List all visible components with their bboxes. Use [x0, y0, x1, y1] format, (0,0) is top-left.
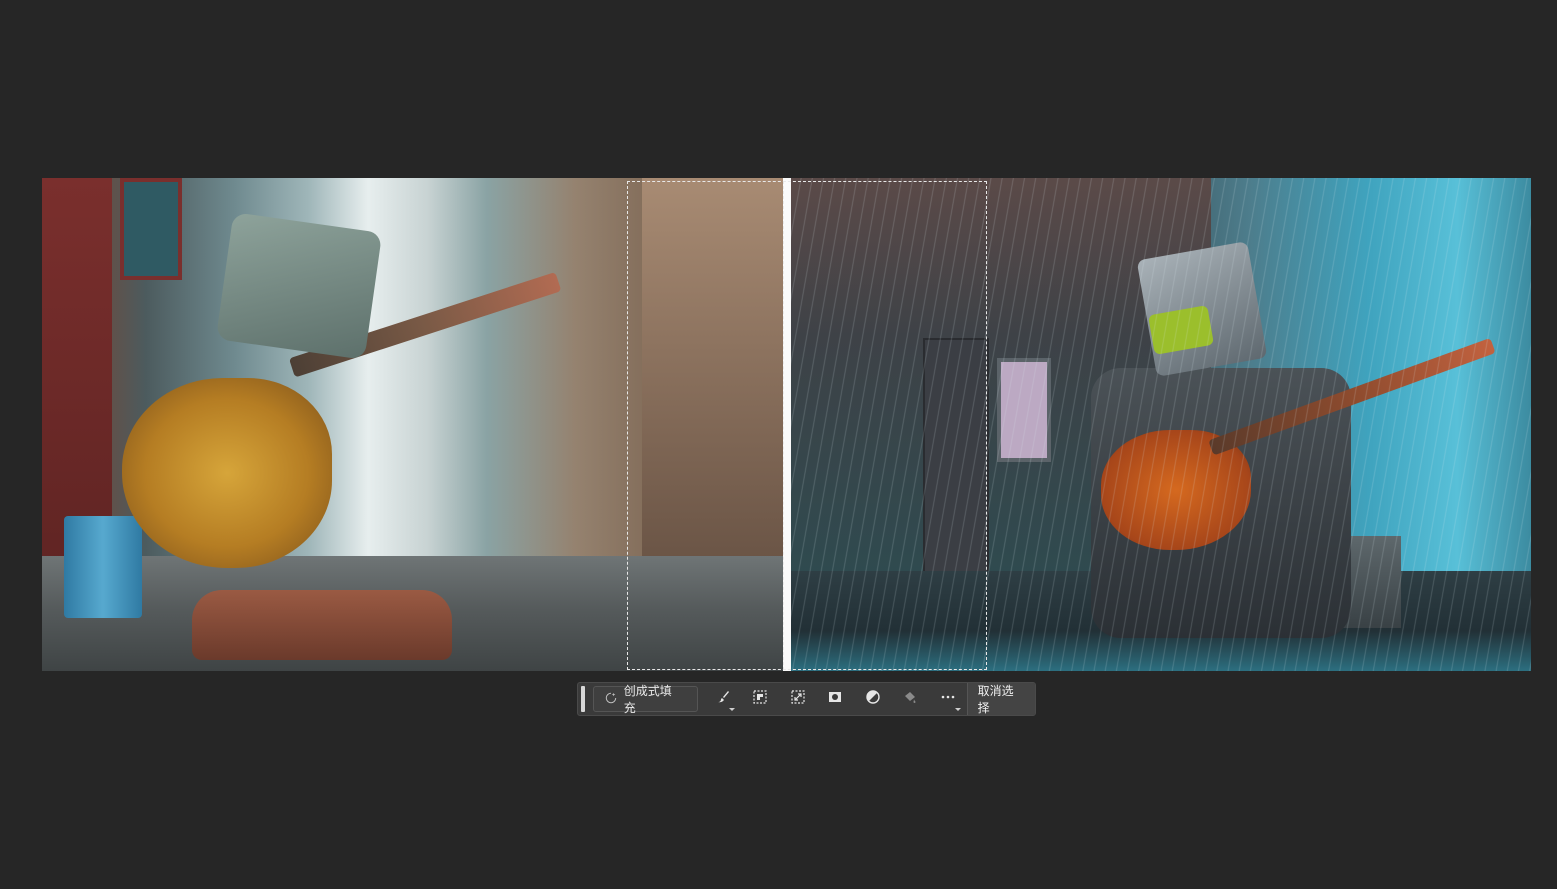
fill-bucket-icon [902, 689, 918, 709]
generative-fill-label: 创成式填充 [623, 684, 672, 715]
adjustment-icon [865, 689, 881, 709]
transform-icon [790, 689, 806, 709]
left-robot-head [215, 212, 383, 360]
generative-fill-button[interactable]: 创成式填充 [592, 684, 698, 715]
select-subject-button[interactable] [741, 684, 779, 714]
mask-icon [827, 689, 843, 709]
adjustment-layer-button[interactable] [854, 684, 892, 714]
left-image-blue-bucket [64, 516, 142, 618]
left-image-sign [120, 178, 182, 280]
selection-marquee[interactable] [627, 181, 987, 670]
deselect-button[interactable]: 取消选择 [966, 683, 1035, 715]
brush-icon [715, 689, 731, 709]
more-options-menu-caret [954, 708, 961, 711]
transform-selection-button[interactable] [779, 684, 817, 714]
taskbar-drag-handle[interactable] [581, 686, 585, 712]
generative-fill-icon [604, 692, 618, 706]
fill-selection-button[interactable] [892, 684, 930, 714]
select-subject-icon [752, 689, 768, 709]
contextual-task-bar: 创成式填充 取消选择 [577, 682, 1036, 716]
more-options-icon [940, 689, 956, 709]
brush-tool-button[interactable] [704, 684, 742, 714]
selection-marquee-edge [783, 181, 784, 670]
left-robot-guitar-body [122, 378, 332, 568]
create-mask-button[interactable] [817, 684, 855, 714]
more-options-button[interactable] [929, 684, 967, 714]
brush-menu-caret [729, 708, 736, 711]
left-robot-feet [192, 590, 452, 660]
